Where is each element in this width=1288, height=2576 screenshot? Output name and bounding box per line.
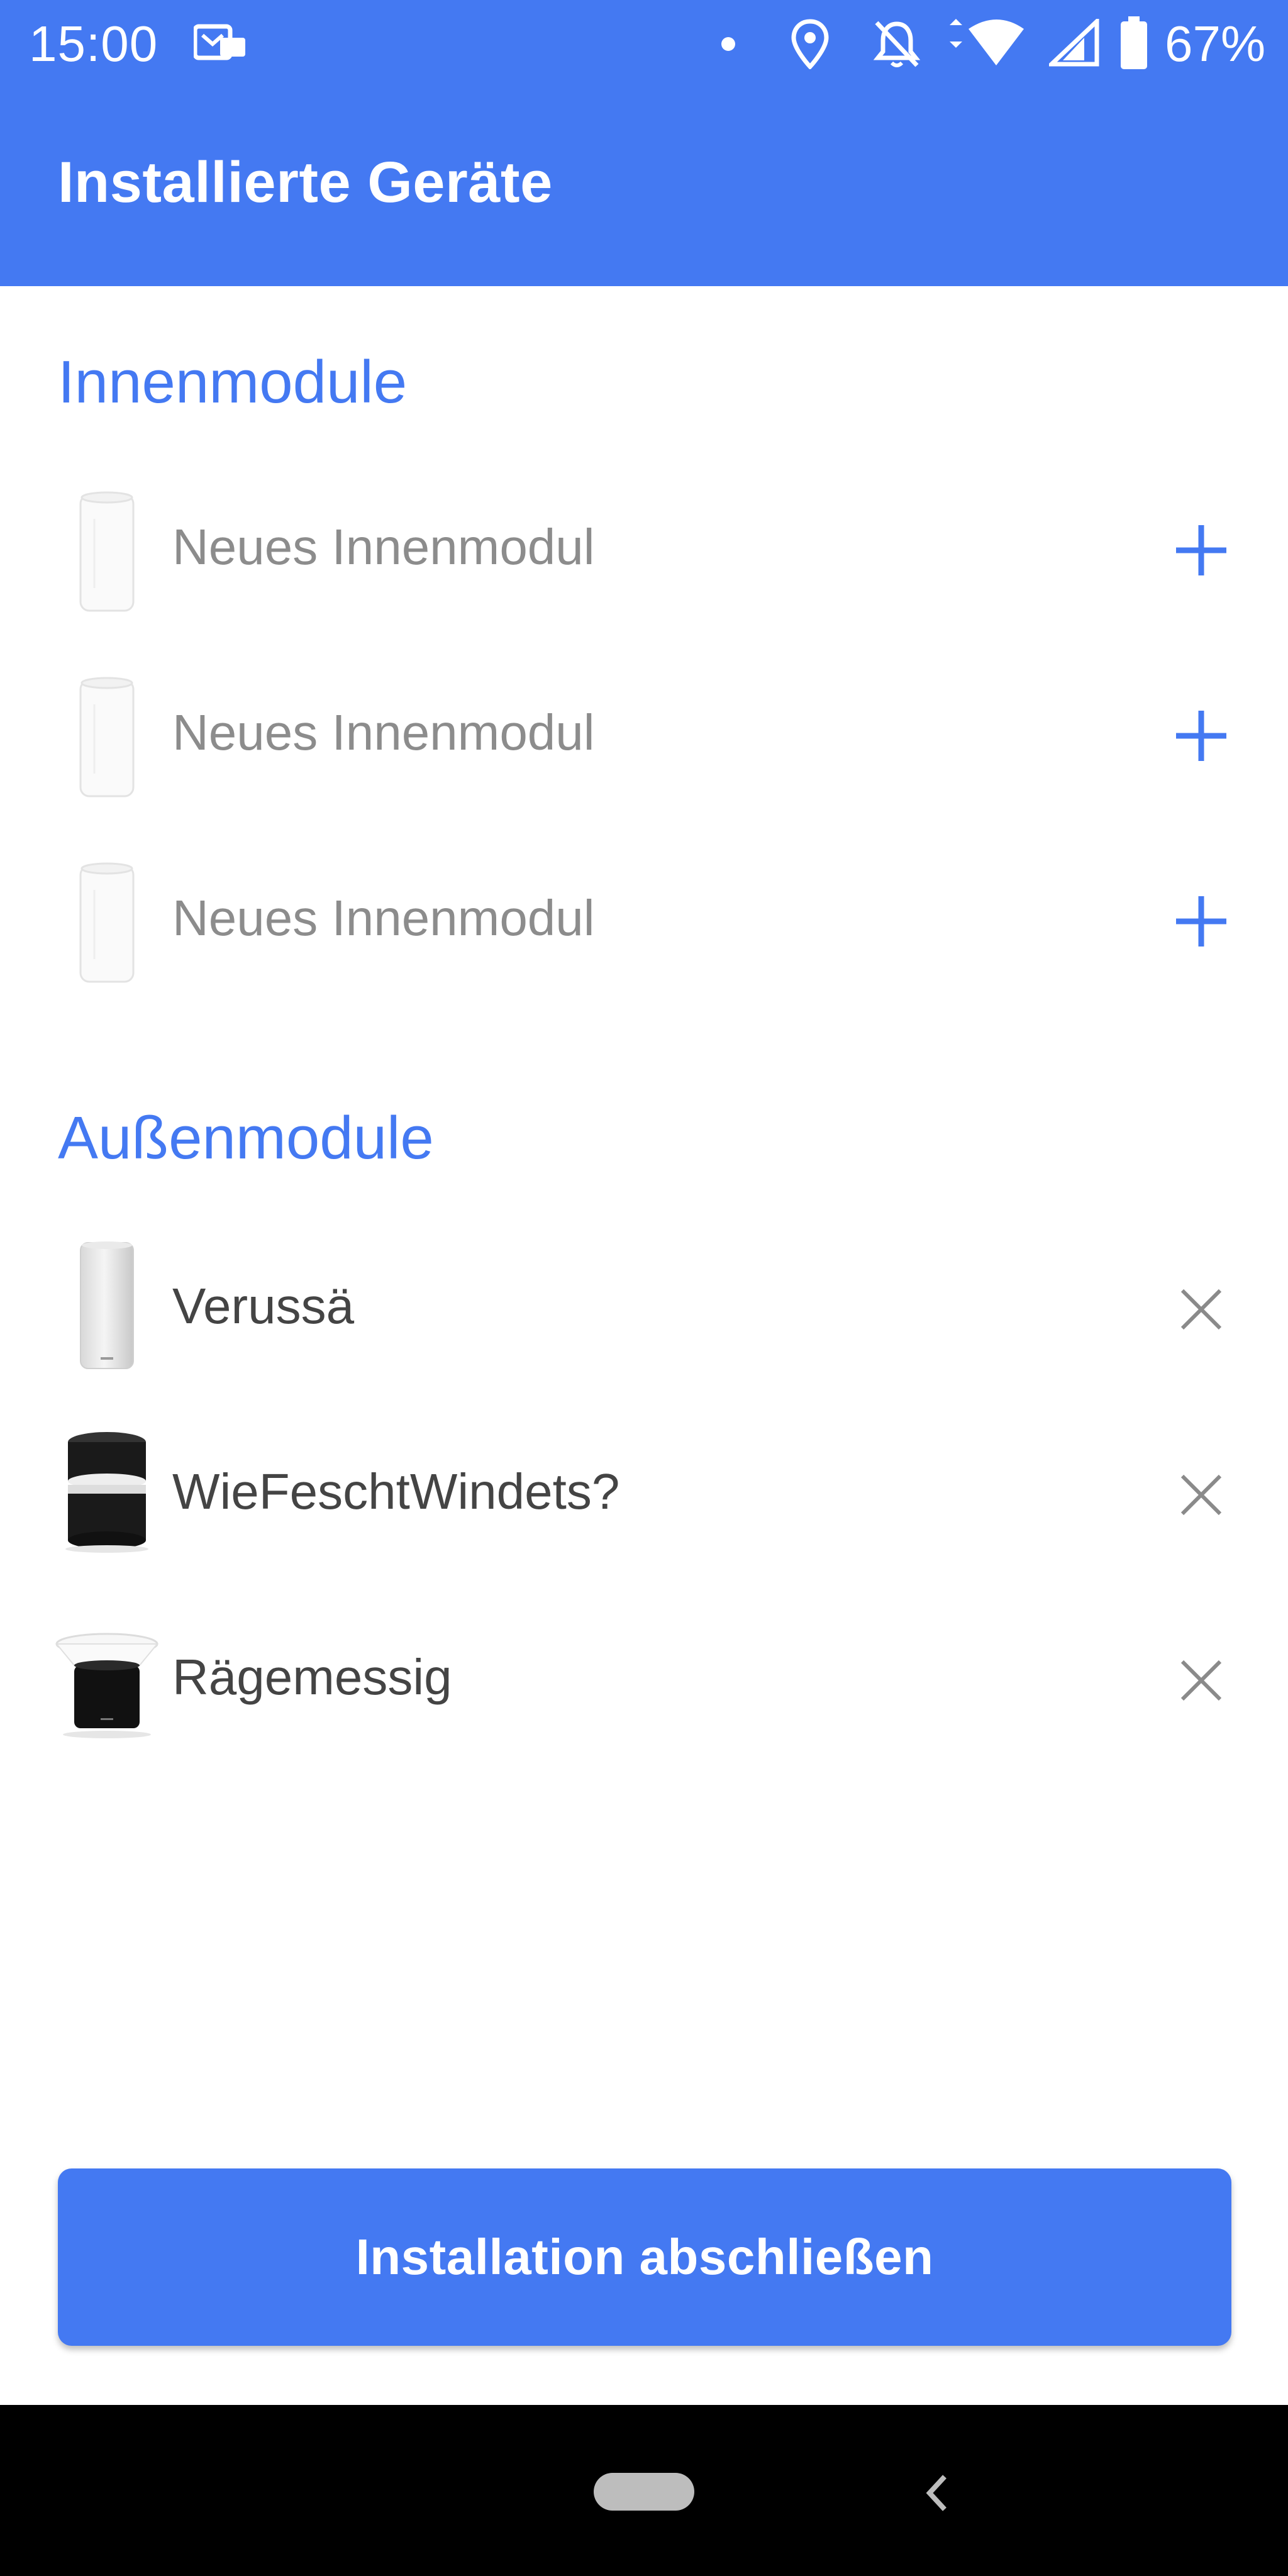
message-notification-icon (192, 23, 247, 66)
indoor-module-row[interactable]: Neues Innenmodul (0, 469, 1288, 626)
outdoor-module-row[interactable]: Verussä (0, 1228, 1288, 1385)
indoor-module-label: Neues Innenmodul (172, 704, 595, 760)
add-icon[interactable] (1163, 513, 1239, 588)
remove-icon[interactable] (1163, 1272, 1239, 1347)
indoor-module-icon (50, 852, 164, 984)
indoor-module-icon (50, 481, 164, 613)
home-pill-icon[interactable] (594, 2473, 694, 2511)
alarm-off-icon (873, 19, 921, 72)
battery-icon (1118, 16, 1150, 74)
wifi-icon (943, 16, 1025, 72)
outdoor-module-label: Verussä (172, 1278, 355, 1334)
indoor-section-title: Innenmodule (58, 348, 408, 416)
add-icon[interactable] (1163, 884, 1239, 959)
indoor-module-label: Neues Innenmodul (172, 890, 595, 946)
outdoor-section-title: Außenmodule (58, 1104, 434, 1172)
outdoor-module-row[interactable]: Rägemessig (0, 1599, 1288, 1756)
signal-icon (1046, 16, 1099, 70)
indoor-module-label: Neues Innenmodul (172, 519, 595, 575)
battery-percent: 67% (1165, 16, 1266, 72)
remove-icon[interactable] (1163, 1643, 1239, 1718)
status-bar: 15:00 67% (0, 0, 1288, 88)
page-title: Installierte Geräte (58, 150, 553, 214)
indoor-module-row[interactable]: Neues Innenmodul (0, 840, 1288, 997)
location-icon (791, 19, 829, 72)
wind-gauge-icon (50, 1426, 164, 1558)
outdoor-module-icon (50, 1240, 164, 1372)
indoor-module-row[interactable]: Neues Innenmodul (0, 654, 1288, 811)
outdoor-module-row[interactable]: WieFeschtWindets? (0, 1413, 1288, 1570)
indoor-module-icon (50, 667, 164, 799)
status-time: 15:00 (29, 16, 158, 72)
back-icon[interactable] (918, 2468, 956, 2518)
dot-icon (721, 36, 736, 55)
system-nav-bar (0, 2405, 1288, 2576)
outdoor-module-label: Rägemessig (172, 1649, 452, 1705)
add-icon[interactable] (1163, 698, 1239, 774)
app-header: 15:00 67% Installierte Geräte (0, 0, 1288, 286)
remove-icon[interactable] (1163, 1457, 1239, 1533)
outdoor-module-label: WieFeschtWindets? (172, 1463, 620, 1519)
rain-gauge-icon (50, 1611, 164, 1743)
finish-installation-button[interactable]: Installation abschließen (58, 2168, 1231, 2346)
